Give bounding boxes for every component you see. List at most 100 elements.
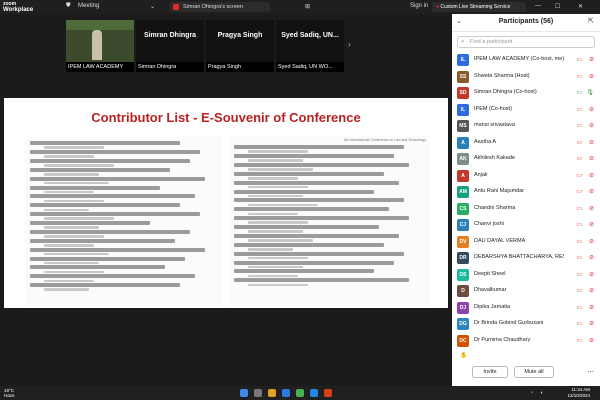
- participant-name: Dipika Jamatia: [474, 303, 511, 310]
- participant-row[interactable]: AM Antu Rani Majumdar ▭ ⊘: [452, 184, 600, 201]
- edge-icon[interactable]: [310, 389, 318, 397]
- camera-off-icon[interactable]: ▭: [576, 287, 582, 295]
- mic-muted-icon[interactable]: ⊘: [589, 73, 594, 81]
- mic-muted-icon[interactable]: ⊘: [589, 172, 594, 180]
- weather-widget[interactable]: 19°C Haze: [4, 388, 15, 398]
- participant-search-input[interactable]: ⌕ Find a participant: [457, 36, 595, 48]
- screen-share-tab[interactable]: Simran Dhingra's screen: [170, 2, 270, 12]
- participant-row[interactable]: CJ Chanvi joshi ▭ ⊘: [452, 217, 600, 234]
- mic-muted-icon[interactable]: ⊘: [589, 139, 594, 147]
- mic-muted-icon[interactable]: ⊘: [589, 122, 594, 130]
- chrome-icon[interactable]: [296, 389, 304, 397]
- participant-row[interactable]: DJ Dipika Jamatia ▭ ⊘: [452, 300, 600, 317]
- maximize-icon[interactable]: ☐: [555, 3, 560, 10]
- mic-muted-icon[interactable]: ⊘: [589, 221, 594, 229]
- participant-row[interactable]: D Dhavalkumar ▭ ⊘: [452, 283, 600, 300]
- avatar: MS: [457, 120, 469, 132]
- file-explorer-icon[interactable]: [268, 389, 276, 397]
- invite-button[interactable]: Invite: [472, 366, 508, 378]
- participant-row[interactable]: SS Shweta Sharma (Host) ▭ ⊘: [452, 69, 600, 86]
- participant-row[interactable]: AK Akhilesh Kakade ▭ ⊘: [452, 151, 600, 168]
- mic-muted-icon[interactable]: ⊘: [589, 287, 594, 295]
- mic-muted-icon[interactable]: ⊘: [589, 254, 594, 262]
- taskbar-search-icon[interactable]: [254, 389, 262, 397]
- participant-name: Anjali: [474, 171, 488, 178]
- start-icon[interactable]: [240, 389, 248, 397]
- video-tile[interactable]: Pragya Singh Pragya Singh: [206, 20, 274, 72]
- minimize-icon[interactable]: —: [535, 3, 541, 9]
- avatar: DJ: [457, 301, 469, 314]
- zoom-taskbar-icon[interactable]: [282, 389, 290, 397]
- close-icon[interactable]: ✕: [578, 3, 583, 10]
- participant-row[interactable]: A Anjali ▭ ⊘: [452, 168, 600, 185]
- participant-row[interactable]: DG Dr Brinda Gobind Gurbuxani ▭ ⊘: [452, 316, 600, 333]
- meeting-label[interactable]: Meeting: [78, 3, 99, 9]
- participant-row[interactable]: IL IPEM (Co-host) ▭ ⊘: [452, 102, 600, 119]
- camera-off-icon[interactable]: ▭: [576, 73, 582, 81]
- mic-muted-icon[interactable]: ⊘: [589, 271, 594, 279]
- camera-off-icon[interactable]: ▭: [576, 221, 582, 229]
- right-document-page: 6th International Conference on Law and …: [230, 136, 430, 306]
- office-icon[interactable]: [324, 389, 332, 397]
- participant-row[interactable]: A Aastha A ▭ ⊘: [452, 135, 600, 152]
- volume-icon[interactable]: ◖: [540, 390, 543, 396]
- camera-off-icon[interactable]: ▭: [576, 188, 582, 196]
- live-streaming-button[interactable]: ● Custom Live Streaming Service: [432, 2, 526, 12]
- camera-off-icon[interactable]: ▭: [576, 139, 582, 147]
- participants-title: Participants (56): [498, 18, 554, 25]
- mic-muted-icon[interactable]: ⊘: [589, 205, 594, 213]
- next-arrow-icon[interactable]: ›: [348, 40, 351, 49]
- mic-muted-icon[interactable]: ⊘: [589, 304, 594, 312]
- participant-name: Shweta Sharma (Host): [474, 72, 530, 79]
- camera-off-icon[interactable]: ▭: [576, 155, 582, 163]
- video-tile[interactable]: Syed Sadiq, UN... Syed Sadiq, UN WO...: [276, 20, 344, 72]
- chevron-down-icon[interactable]: ⌄: [150, 3, 155, 10]
- participant-name: IPEM (Co-host): [474, 105, 512, 112]
- mic-muted-icon[interactable]: ⊘: [589, 155, 594, 163]
- participant-row[interactable]: CS Chandni Sharma ▭ ⊘: [452, 201, 600, 218]
- mic-muted-icon[interactable]: ⊘: [589, 337, 594, 345]
- tile-name: IPEM LAW ACADEMY: [68, 64, 124, 70]
- system-clock[interactable]: 11:34 AM 12/10/2024: [567, 387, 590, 399]
- camera-off-icon[interactable]: ▭: [576, 122, 582, 130]
- mic-muted-icon[interactable]: ⊘: [589, 238, 594, 246]
- participant-row[interactable]: DS Deepit Sheel ▭ ⊘: [452, 267, 600, 284]
- camera-off-icon[interactable]: ▭: [576, 205, 582, 213]
- participant-row[interactable]: IL IPEM LAW ACADEMY (Co-host, me) ▭ ⊘: [452, 52, 600, 69]
- participant-row[interactable]: DC Dr Purnima Chaudhary ▭ ⊘: [452, 333, 600, 350]
- camera-off-icon[interactable]: ▭: [576, 238, 582, 246]
- reaction-icon[interactable]: ✋: [460, 352, 467, 359]
- mic-muted-icon[interactable]: ⊘: [589, 56, 594, 64]
- popout-icon[interactable]: ⇱: [588, 17, 594, 25]
- video-tile[interactable]: IPEM LAW ACADEMY: [66, 20, 134, 72]
- participant-row[interactable]: SD Simran Dhingra (Co-host) ▭ 🎙: [452, 85, 600, 102]
- video-tile[interactable]: Simran Dhingra Simran Dhingra: [136, 20, 204, 72]
- view-icon[interactable]: ⊞: [305, 3, 310, 10]
- mic-on-icon[interactable]: 🎙: [586, 89, 594, 97]
- mic-muted-icon[interactable]: ⊘: [589, 188, 594, 196]
- wifi-icon[interactable]: ◔: [530, 390, 533, 396]
- mute-all-button[interactable]: Mute all: [514, 366, 554, 378]
- camera-off-icon[interactable]: ▭: [576, 337, 582, 345]
- sign-in-link[interactable]: Sign in: [410, 3, 428, 9]
- avatar: SS: [457, 70, 469, 83]
- shield-icon[interactable]: ⛊: [66, 3, 71, 10]
- camera-off-icon[interactable]: ▭: [576, 271, 582, 279]
- participant-row[interactable]: MS mansi srivastava ▭ ⊘: [452, 118, 600, 135]
- more-options-icon[interactable]: ⋯: [587, 368, 594, 376]
- camera-off-icon[interactable]: ▭: [576, 172, 582, 180]
- mic-muted-icon[interactable]: ⊘: [589, 320, 594, 328]
- participants-panel: ⌄ Participants (56) ⇱ ⌕ Find a participa…: [452, 14, 600, 386]
- camera-off-icon[interactable]: ▭: [576, 304, 582, 312]
- camera-off-icon[interactable]: ▭: [576, 254, 582, 262]
- camera-off-icon[interactable]: ▭: [576, 56, 582, 64]
- participant-row[interactable]: DR DEBARSHYA BHATTACHARYA, RESEARCH... ▭ ⊘: [452, 250, 600, 267]
- participant-name: DEBARSHYA BHATTACHARYA, RESEARCH...: [474, 254, 564, 260]
- mic-muted-icon[interactable]: ⊘: [589, 106, 594, 114]
- camera-on-icon[interactable]: ▭: [576, 89, 582, 97]
- participant-row[interactable]: DV DAU DAYAL VERMA ▭ ⊘: [452, 234, 600, 251]
- camera-off-icon[interactable]: ▭: [576, 320, 582, 328]
- avatar: SD: [457, 87, 469, 99]
- participant-list: IL IPEM LAW ACADEMY (Co-host, me) ▭ ⊘ SS Shwe…: [452, 52, 600, 349]
- camera-off-icon[interactable]: ▭: [576, 106, 582, 114]
